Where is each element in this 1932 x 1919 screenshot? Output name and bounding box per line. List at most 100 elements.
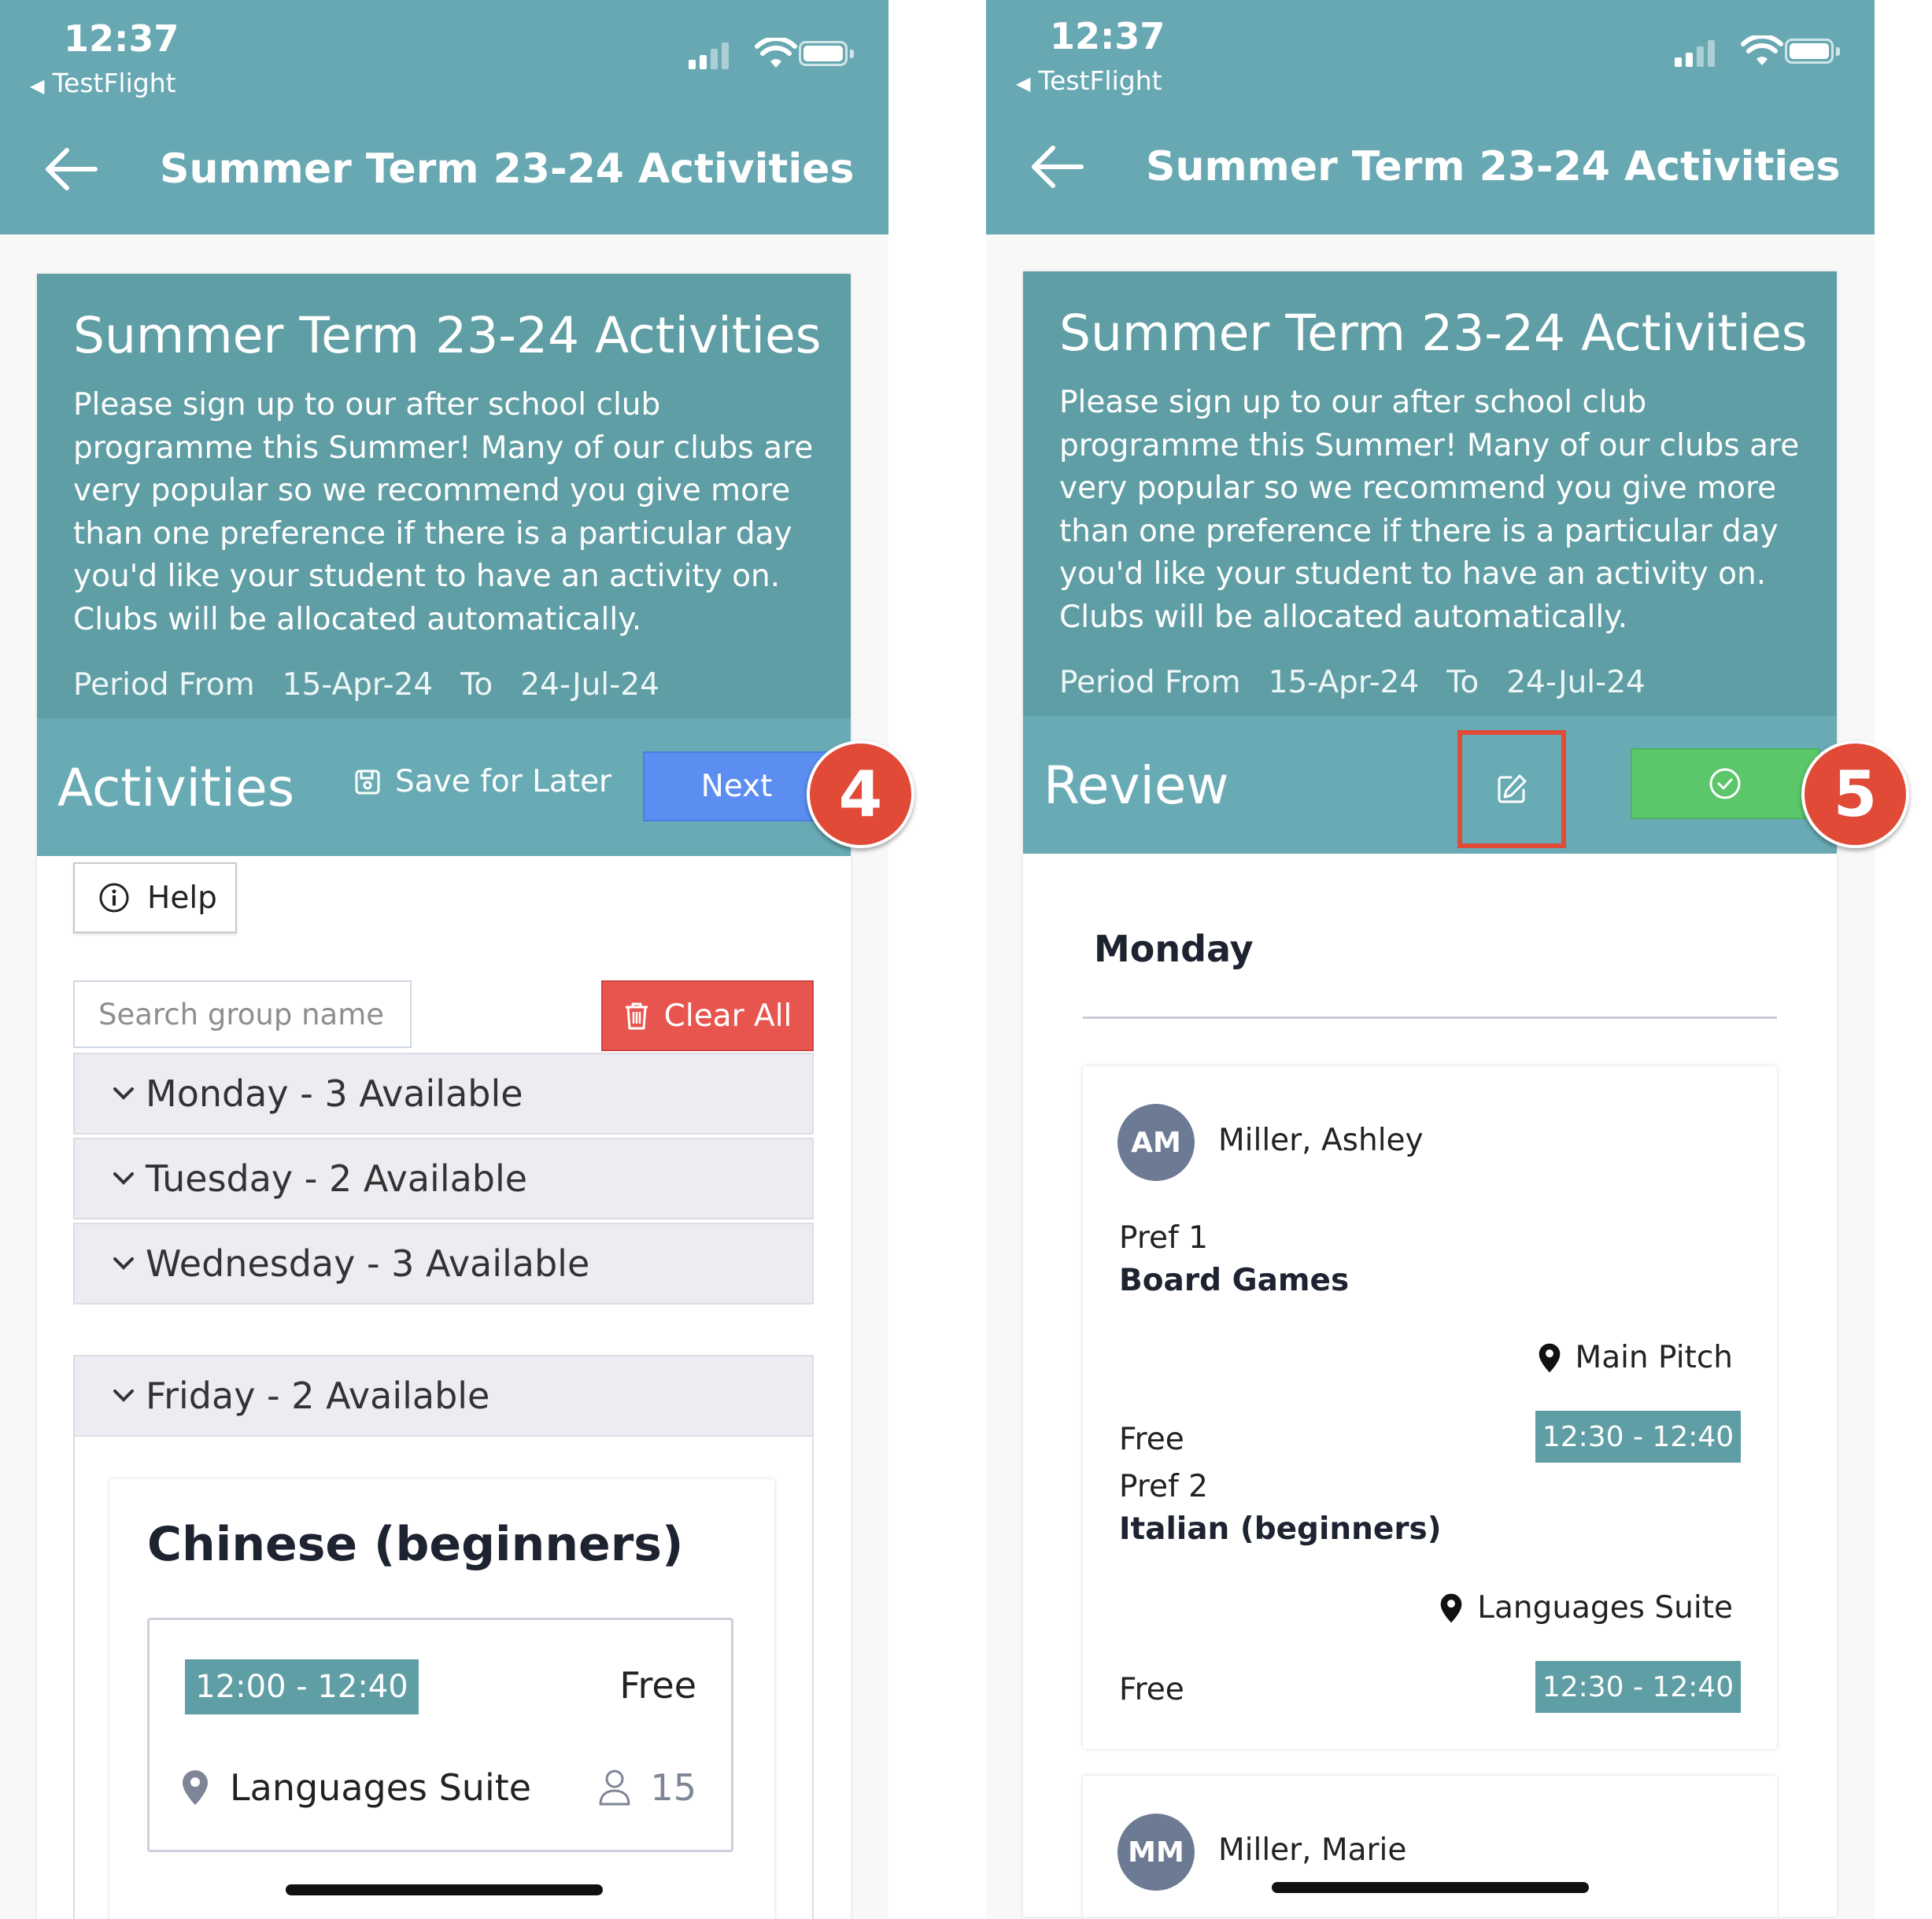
status-time: 12:37: [1050, 15, 1165, 57]
save-icon: [355, 769, 380, 794]
student-card: MM Miller, Marie: [1083, 1776, 1777, 1917]
wifi-icon: [1741, 35, 1783, 65]
signal-icon: [722, 42, 729, 69]
help-label: Help: [147, 880, 217, 916]
signal-icon: [1686, 53, 1693, 67]
pref-price: Free: [1119, 1422, 1184, 1457]
signal-icon: [1708, 40, 1715, 67]
signal-icon: [1697, 46, 1704, 67]
accordion-label: Tuesday - 2 Available: [146, 1157, 528, 1200]
section-title: Review: [1044, 755, 1229, 816]
pref-location: Languages Suite: [1439, 1590, 1733, 1626]
session-price: Free: [619, 1664, 696, 1707]
event-header: Summer Term 23-24 Activities Please sign…: [1023, 271, 1837, 716]
check-circle-icon: [1709, 768, 1741, 799]
session-capacity: 15: [598, 1766, 696, 1809]
step-badge-5: 5: [1801, 740, 1909, 848]
back-to-testflight-link[interactable]: ◀ TestFlight: [1016, 65, 1162, 96]
event-description: Please sign up to our after school club …: [73, 387, 814, 637]
chevron-down-icon: [113, 1389, 134, 1402]
period-to-date: 24-Jul-24: [1506, 665, 1646, 700]
info-icon: [99, 883, 129, 913]
step-badge-4: 4: [807, 740, 914, 848]
avatar: AM: [1117, 1104, 1195, 1181]
back-to-testflight-link[interactable]: ◀ TestFlight: [30, 68, 176, 98]
chevron-down-icon: [113, 1257, 134, 1270]
period-to-label: To: [1446, 665, 1479, 700]
back-triangle-icon: ◀: [1016, 72, 1031, 94]
period-from-label: Period From: [1059, 665, 1241, 700]
pref-club: Italian (beginners): [1119, 1511, 1442, 1547]
accordion-monday[interactable]: Monday - 3 Available: [73, 1053, 814, 1135]
phone-screen-review: 12:37 ◀ TestFlight Summer Term 23-24 Acti…: [986, 0, 1875, 1919]
event-card: Summer Term 23-24 Activities Please sign…: [37, 274, 851, 1919]
accordion-wednesday[interactable]: Wednesday - 3 Available: [73, 1223, 814, 1305]
battery-tip: [1836, 47, 1840, 56]
wifi-icon: [755, 38, 797, 68]
signal-icon: [700, 55, 707, 69]
divider: [1083, 1017, 1777, 1019]
student-name: Miller, Marie: [1218, 1832, 1407, 1868]
trash-icon: [625, 1002, 648, 1030]
event-period: Period From 15-Apr-24 To 24-Jul-24: [73, 667, 687, 703]
next-button[interactable]: Next: [643, 751, 830, 821]
student-name: Miller, Ashley: [1218, 1123, 1424, 1158]
arrow-left-icon[interactable]: [43, 146, 98, 193]
chevron-down-icon: [113, 1087, 134, 1100]
battery-icon: [799, 41, 848, 66]
location-label: Languages Suite: [230, 1766, 532, 1809]
search-input[interactable]: [73, 980, 412, 1048]
event-title: Summer Term 23-24 Activities: [73, 307, 822, 364]
save-for-later-button[interactable]: Save for Later: [354, 764, 611, 799]
accordion-tuesday[interactable]: Tuesday - 2 Available: [73, 1138, 814, 1220]
section-title: Activities: [57, 758, 295, 818]
event-period: Period From 15-Apr-24 To 24-Jul-24: [1059, 665, 1673, 700]
session-option[interactable]: 12:00 - 12:40 Free Languages Suite 15: [147, 1618, 733, 1852]
session-time: 12:00 - 12:40: [185, 1659, 419, 1714]
signal-icon: [711, 49, 718, 69]
pref-label: Pref 1: [1119, 1220, 1208, 1256]
period-from-date: 15-Apr-24: [282, 667, 434, 703]
edit-icon: [1498, 774, 1527, 803]
map-pin-icon: [1539, 1343, 1560, 1372]
chevron-down-icon: [113, 1172, 134, 1185]
activities-toolbar: Activities Save for Later Next: [37, 718, 851, 856]
period-to-date: 24-Jul-24: [520, 667, 659, 703]
edit-button[interactable]: [1457, 730, 1566, 848]
clear-all-label: Clear All: [663, 998, 792, 1034]
home-indicator: [1272, 1882, 1589, 1893]
back-app-label: TestFlight: [1038, 65, 1162, 96]
app-header: 12:37 ◀ TestFlight Summer Term 23-24 Acti…: [986, 0, 1875, 234]
period-to-label: To: [460, 667, 493, 703]
session-location: Languages Suite: [181, 1766, 531, 1809]
back-triangle-icon: ◀: [30, 75, 45, 97]
page-title: Summer Term 23-24 Activities: [1146, 143, 1841, 190]
status-time: 12:37: [64, 17, 179, 60]
confirm-button[interactable]: [1631, 748, 1819, 819]
clear-all-button[interactable]: Clear All: [601, 980, 814, 1051]
page-title: Summer Term 23-24 Activities: [160, 146, 855, 193]
phone-screen-activities: 12:37 ◀ TestFlight Summer Term 23-24 Acti…: [0, 0, 888, 1919]
pref-time: 12:30 - 12:40: [1535, 1411, 1741, 1463]
day-heading: Monday: [1094, 928, 1254, 970]
help-button[interactable]: Help: [73, 862, 237, 933]
status-icons: [689, 38, 854, 69]
pref-label: Pref 2: [1119, 1469, 1208, 1504]
pref-location-label: Main Pitch: [1575, 1340, 1733, 1375]
signal-icon: [1675, 57, 1682, 67]
pref-location: Main Pitch: [1538, 1340, 1733, 1375]
app-header: 12:37 ◀ TestFlight Summer Term 23-24 Acti…: [0, 0, 888, 234]
map-pin-icon: [1440, 1593, 1462, 1622]
user-icon: [599, 1770, 630, 1806]
home-indicator: [286, 1884, 603, 1895]
accordion-friday[interactable]: Friday - 2 Available: [73, 1355, 814, 1437]
event-title: Summer Term 23-24 Activities: [1059, 304, 1808, 362]
avatar: MM: [1117, 1814, 1195, 1891]
accordion-label: Friday - 2 Available: [146, 1375, 490, 1417]
student-card: AM Miller, Ashley Pref 1 Board Games Mai…: [1083, 1066, 1777, 1749]
club-card[interactable]: Chinese (beginners) 12:00 - 12:40 Free L…: [109, 1479, 774, 1919]
accordion-label: Monday - 3 Available: [146, 1072, 523, 1115]
pref-time: 12:30 - 12:40: [1535, 1661, 1741, 1713]
period-from-label: Period From: [73, 667, 255, 703]
arrow-left-icon[interactable]: [1029, 143, 1084, 190]
